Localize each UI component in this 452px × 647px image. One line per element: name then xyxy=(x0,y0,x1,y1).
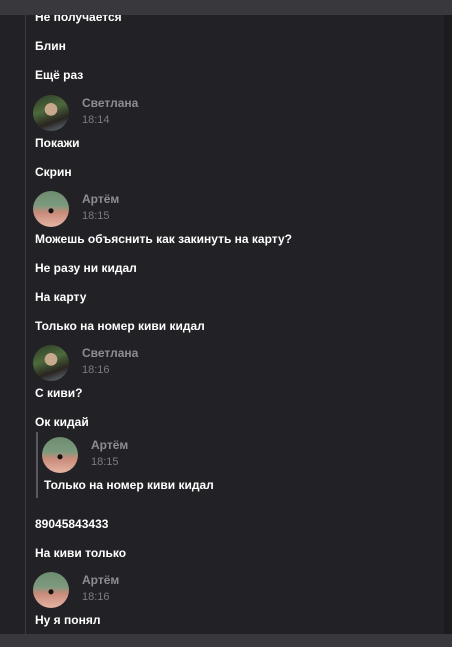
message-time: 18:14 xyxy=(82,114,110,126)
quote-text: Только на номер киви кидал xyxy=(44,478,214,492)
message-text: Не получается xyxy=(35,15,122,24)
quote-time: 18:15 xyxy=(91,456,119,468)
author-name[interactable]: Светлана xyxy=(82,346,138,360)
message-text: Можешь объяснить как закинуть на карту? xyxy=(35,232,292,246)
message-text: Не разу ни кидал xyxy=(35,261,137,275)
message-text: Блин xyxy=(35,39,66,53)
message-text: Ну я понял xyxy=(35,613,101,627)
message-text: С киви? xyxy=(35,386,83,400)
top-bar xyxy=(0,0,452,15)
avatar[interactable] xyxy=(33,95,69,131)
message-time: 18:16 xyxy=(82,591,110,603)
avatar[interactable] xyxy=(33,345,69,381)
message-text: Скрин xyxy=(35,165,72,179)
quote-avatar[interactable] xyxy=(42,437,78,473)
quote-author[interactable]: Артём xyxy=(91,438,128,452)
message-time: 18:16 xyxy=(82,364,110,376)
author-name[interactable]: Артём xyxy=(82,192,119,206)
message-text: 89045843433 xyxy=(35,517,109,531)
author-name[interactable]: Светлана xyxy=(82,96,138,110)
quote-bar xyxy=(36,432,38,498)
message-time: 18:15 xyxy=(82,210,110,222)
message-list[interactable]: Не получается Блин Ещё раз Светлана 18:1… xyxy=(0,15,444,634)
author-name[interactable]: Артём xyxy=(82,573,119,587)
scrollbar-track[interactable] xyxy=(444,15,452,634)
message-text: На карту xyxy=(35,290,87,304)
avatar[interactable] xyxy=(33,572,69,608)
message-text: Ок кидай xyxy=(35,415,89,429)
message-text: На киви только xyxy=(35,546,127,560)
avatar[interactable] xyxy=(33,191,69,227)
bottom-bar xyxy=(0,634,452,647)
message-text: Только на номер киви кидал xyxy=(35,319,205,333)
message-text: Ещё раз xyxy=(35,68,84,82)
message-text: Покажи xyxy=(35,136,80,150)
